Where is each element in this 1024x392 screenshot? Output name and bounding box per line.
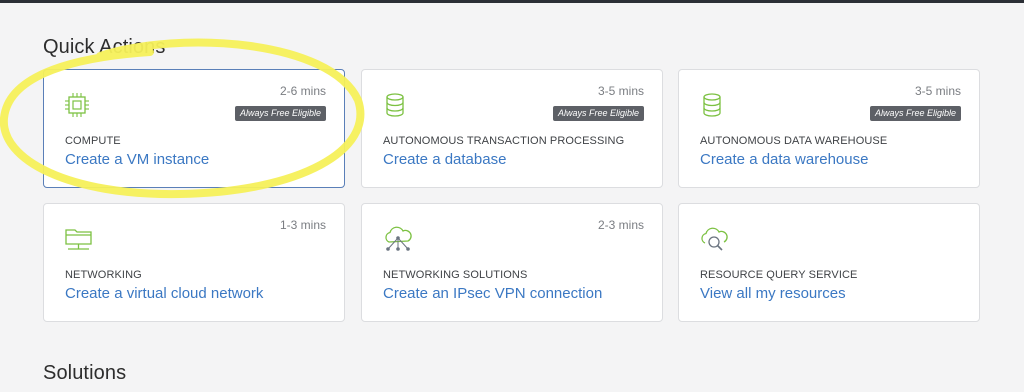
quick-action-create-vm[interactable]: 2-6 mins Always Free Eligible COMPUTE Cr… bbox=[43, 69, 345, 188]
time-estimate: 3-5 mins bbox=[914, 84, 961, 98]
card-category: RESOURCE QUERY SERVICE bbox=[700, 269, 858, 281]
create-vcn-link[interactable]: Create a virtual cloud network bbox=[65, 285, 263, 302]
solutions-title: Solutions bbox=[43, 362, 127, 384]
quick-action-create-database[interactable]: 3-5 mins Always Free Eligible AUTONOMOUS… bbox=[361, 69, 663, 188]
card-category: NETWORKING SOLUTIONS bbox=[383, 269, 528, 281]
quick-action-create-data-warehouse[interactable]: 3-5 mins Always Free Eligible AUTONOMOUS… bbox=[678, 69, 980, 188]
card-category: AUTONOMOUS DATA WAREHOUSE bbox=[700, 135, 888, 147]
card-category: NETWORKING bbox=[65, 269, 142, 281]
quick-action-create-vpn[interactable]: 2-3 mins NETWORKING SOLUTIONS Create an … bbox=[361, 203, 663, 322]
card-category: AUTONOMOUS TRANSACTION PROCESSING bbox=[383, 135, 625, 147]
database-icon bbox=[382, 92, 408, 118]
quick-action-create-vcn[interactable]: 1-3 mins NETWORKING Create a virtual clo… bbox=[43, 203, 345, 322]
cloud-network-icon bbox=[382, 226, 412, 252]
time-estimate: 3-5 mins bbox=[597, 84, 644, 98]
always-free-badge: Always Free Eligible bbox=[234, 106, 326, 121]
chip-icon bbox=[64, 92, 90, 118]
create-vpn-link[interactable]: Create an IPsec VPN connection bbox=[383, 285, 602, 302]
quick-actions-title: Quick Actions bbox=[43, 36, 166, 58]
create-database-link[interactable]: Create a database bbox=[383, 151, 506, 168]
create-vm-link[interactable]: Create a VM instance bbox=[65, 151, 209, 168]
database-icon bbox=[699, 92, 725, 118]
always-free-badge: Always Free Eligible bbox=[552, 106, 644, 121]
time-estimate: 2-3 mins bbox=[597, 218, 644, 232]
card-category: COMPUTE bbox=[65, 135, 121, 147]
cloud-search-icon bbox=[699, 226, 728, 252]
always-free-badge: Always Free Eligible bbox=[869, 106, 961, 121]
top-bar bbox=[0, 0, 1024, 3]
quick-action-resource-query[interactable]: RESOURCE QUERY SERVICE View all my resou… bbox=[678, 203, 980, 322]
create-data-warehouse-link[interactable]: Create a data warehouse bbox=[700, 151, 868, 168]
time-estimate: 2-6 mins bbox=[279, 84, 326, 98]
view-resources-link[interactable]: View all my resources bbox=[700, 285, 846, 302]
time-estimate: 1-3 mins bbox=[279, 218, 326, 232]
network-folder-icon bbox=[64, 226, 92, 252]
